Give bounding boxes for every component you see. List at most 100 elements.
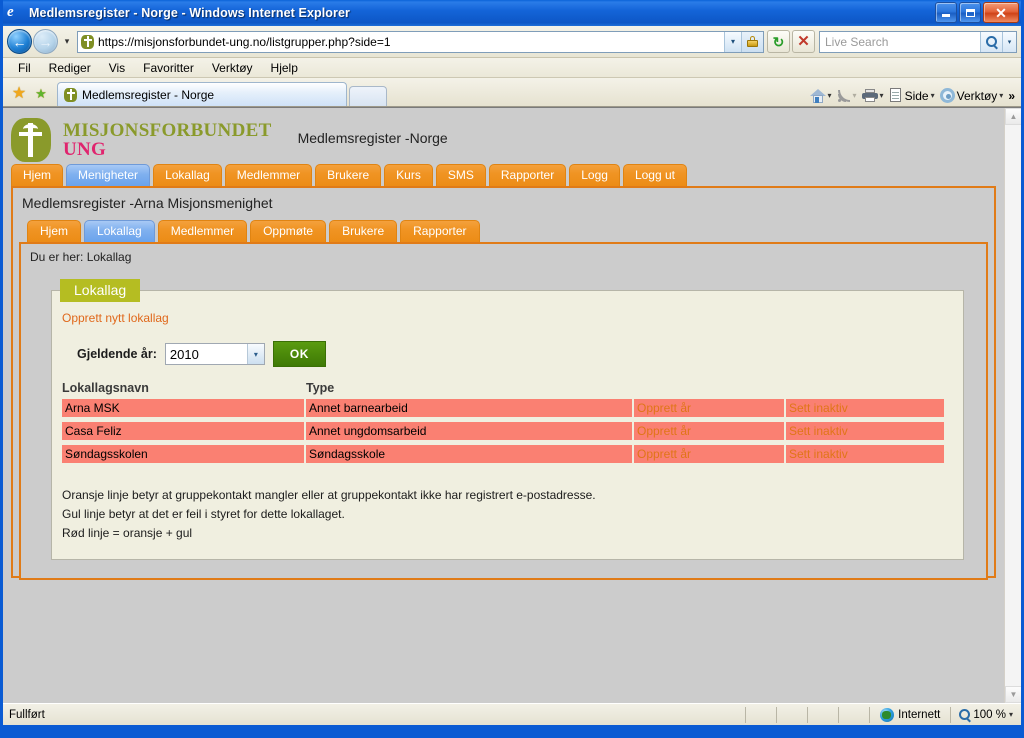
column-header-name: Lokallagsnavn <box>62 381 149 395</box>
ok-button[interactable]: OK <box>272 341 326 367</box>
title-bar: e Medlemsregister - Norge - Windows Inte… <box>3 0 1021 26</box>
menu-item-favoritter[interactable]: Favoritter <box>134 59 203 77</box>
nav-tab-brukere[interactable]: Brukere <box>315 164 382 186</box>
subnav-tab-medlemmer[interactable]: Medlemmer <box>157 220 248 242</box>
vertical-scrollbar[interactable]: ▲ ▼ <box>1004 108 1021 703</box>
tab-strip: ★ ★ Medlemsregister - Norge ▾ ▾ ▾ Side ▾… <box>3 78 1021 107</box>
subnav-tab-rapporter[interactable]: Rapporter <box>400 220 480 242</box>
table-row: Arna MSK Annet barnearbeid Opprett år Se… <box>62 399 963 417</box>
create-lokallag-link[interactable]: Opprett nytt lokallag <box>52 291 963 325</box>
subnav-tab-hjem[interactable]: Hjem <box>27 220 82 242</box>
address-input[interactable]: https://misjonsforbundet-ung.no/listgrup… <box>98 35 724 49</box>
search-input[interactable]: Live Search <box>820 35 980 49</box>
minimize-button[interactable] <box>935 2 957 23</box>
nav-tab-lokallag[interactable]: Lokallag <box>153 164 222 186</box>
history-dropdown[interactable]: ▾ <box>60 36 74 47</box>
zoom-dropdown-icon[interactable]: ▾ <box>1009 710 1013 719</box>
browser-tab-label: Medlemsregister - Norge <box>82 87 215 102</box>
cell-type: Annet barnearbeid <box>306 399 632 417</box>
sub-nav: Hjem Lokallag Medlemmer Oppmøte Brukere … <box>13 220 994 242</box>
search-provider-dropdown[interactable]: ▾ <box>1002 31 1016 52</box>
link-sett-inaktiv[interactable]: Sett inaktiv <box>786 422 944 440</box>
page-menu-button[interactable]: Side ▾ <box>887 87 937 104</box>
stop-button[interactable]: ✕ <box>792 30 815 53</box>
command-overflow-button[interactable]: » <box>1006 88 1017 104</box>
lokallag-panel: Du er her: Lokallag Lokallag Opprett nyt… <box>19 242 988 580</box>
brand-line-2: UNG <box>63 139 107 160</box>
back-button[interactable]: ← <box>7 29 32 54</box>
print-button[interactable]: ▾ <box>860 88 886 103</box>
main-nav: Hjem Menigheter Lokallag Medlemmer Bruke… <box>3 164 1004 186</box>
cell-name: Søndagsskolen <box>62 445 304 463</box>
gear-icon <box>939 88 955 103</box>
add-favorite-icon[interactable]: ★ <box>30 82 52 106</box>
tools-menu-button[interactable]: Verktøy ▾ <box>938 87 1006 104</box>
address-bar[interactable]: https://misjonsforbundet-ung.no/listgrup… <box>77 30 764 53</box>
menu-item-fil[interactable]: Fil <box>9 59 40 77</box>
zoom-control[interactable]: 100 % ▾ <box>951 709 1021 721</box>
home-button[interactable]: ▾ <box>808 88 834 104</box>
nav-tab-kurs[interactable]: Kurs <box>384 164 433 186</box>
legend-line-orange: Oransje linje betyr at gruppekontakt man… <box>62 488 596 502</box>
status-bar: Fullført Internett 100 % ▾ <box>3 703 1021 725</box>
nav-tab-sms[interactable]: SMS <box>435 164 486 186</box>
restore-button[interactable] <box>959 2 981 23</box>
menu-item-rediger[interactable]: Rediger <box>40 59 100 77</box>
nav-tab-logg[interactable]: Logg <box>569 164 620 186</box>
search-submit-button[interactable] <box>980 31 1002 52</box>
nav-tab-hjem[interactable]: Hjem <box>11 164 64 186</box>
zoom-level: 100 % <box>973 708 1006 721</box>
brand-line-1: MISJONSFORBUNDET <box>63 120 272 141</box>
forward-button[interactable]: → <box>33 29 58 54</box>
search-icon <box>986 36 997 47</box>
color-legend: Oransje linje betyr at gruppekontakt man… <box>62 486 596 543</box>
link-opprett-ar[interactable]: Opprett år <box>634 445 784 463</box>
menu-item-verktoy[interactable]: Verktøy <box>203 59 262 77</box>
menu-item-hjelp[interactable]: Hjelp <box>262 59 307 77</box>
subnav-tab-oppmote[interactable]: Oppmøte <box>250 220 327 242</box>
panel-title: Medlemsregister -Arna Misjonsmenighet <box>22 195 273 211</box>
congregation-panel: Medlemsregister -Arna Misjonsmenighet Hj… <box>11 186 996 580</box>
year-select[interactable]: 2010 ▾ <box>164 343 265 365</box>
legend-line-yellow: Gul linje betyr at det er feil i styret … <box>62 507 345 521</box>
new-tab-button[interactable] <box>349 86 387 106</box>
address-dropdown-icon[interactable]: ▾ <box>724 31 741 52</box>
feeds-button[interactable]: ▾ <box>835 88 859 104</box>
nav-tab-medlemmer[interactable]: Medlemmer <box>224 164 313 186</box>
page-icon <box>889 88 903 103</box>
security-zone[interactable]: Internett <box>870 707 950 722</box>
brand-wordmark: MISJONSFORBUNDET UNG <box>63 121 272 159</box>
nav-tab-logg-ut[interactable]: Logg ut <box>622 164 687 186</box>
site-favicon-icon <box>81 34 94 49</box>
menu-item-vis[interactable]: Vis <box>100 59 134 77</box>
home-icon <box>809 88 826 103</box>
page-menu-label: Side <box>904 88 929 103</box>
favorites-center-icon[interactable]: ★ <box>8 82 30 106</box>
year-label: Gjeldende år: <box>77 347 157 361</box>
close-button[interactable]: ✕ <box>983 2 1019 23</box>
internet-zone-icon <box>880 707 895 722</box>
nav-tab-menigheter[interactable]: Menigheter <box>66 164 151 186</box>
scroll-down-button[interactable]: ▼ <box>1005 686 1021 703</box>
site-header: MISJONSFORBUNDET UNG Medlemsregister -No… <box>3 108 1004 164</box>
browser-tab[interactable]: Medlemsregister - Norge <box>57 82 347 106</box>
chevron-down-icon: ▾ <box>246 344 264 364</box>
subnav-tab-brukere[interactable]: Brukere <box>329 220 398 242</box>
table-row: Søndagsskolen Søndagsskole Opprett år Se… <box>62 445 963 463</box>
scroll-up-button[interactable]: ▲ <box>1005 108 1021 125</box>
link-opprett-ar[interactable]: Opprett år <box>634 399 784 417</box>
rss-feed-icon <box>837 89 851 103</box>
search-box[interactable]: Live Search ▾ <box>819 30 1017 53</box>
breadcrumb: Du er her: Lokallag <box>30 250 132 264</box>
cell-type: Annet ungdomsarbeid <box>306 422 632 440</box>
link-sett-inaktiv[interactable]: Sett inaktiv <box>786 445 944 463</box>
link-opprett-ar[interactable]: Opprett år <box>634 422 784 440</box>
refresh-icon: ↻ <box>772 33 785 50</box>
browser-window: e Medlemsregister - Norge - Windows Inte… <box>0 0 1024 738</box>
security-lock-icon[interactable] <box>741 31 763 52</box>
link-sett-inaktiv[interactable]: Sett inaktiv <box>786 399 944 417</box>
refresh-button[interactable]: ↻ <box>767 30 790 53</box>
subnav-tab-lokallag[interactable]: Lokallag <box>84 220 155 242</box>
nav-tab-rapporter[interactable]: Rapporter <box>488 164 567 186</box>
zoom-icon <box>959 709 971 720</box>
